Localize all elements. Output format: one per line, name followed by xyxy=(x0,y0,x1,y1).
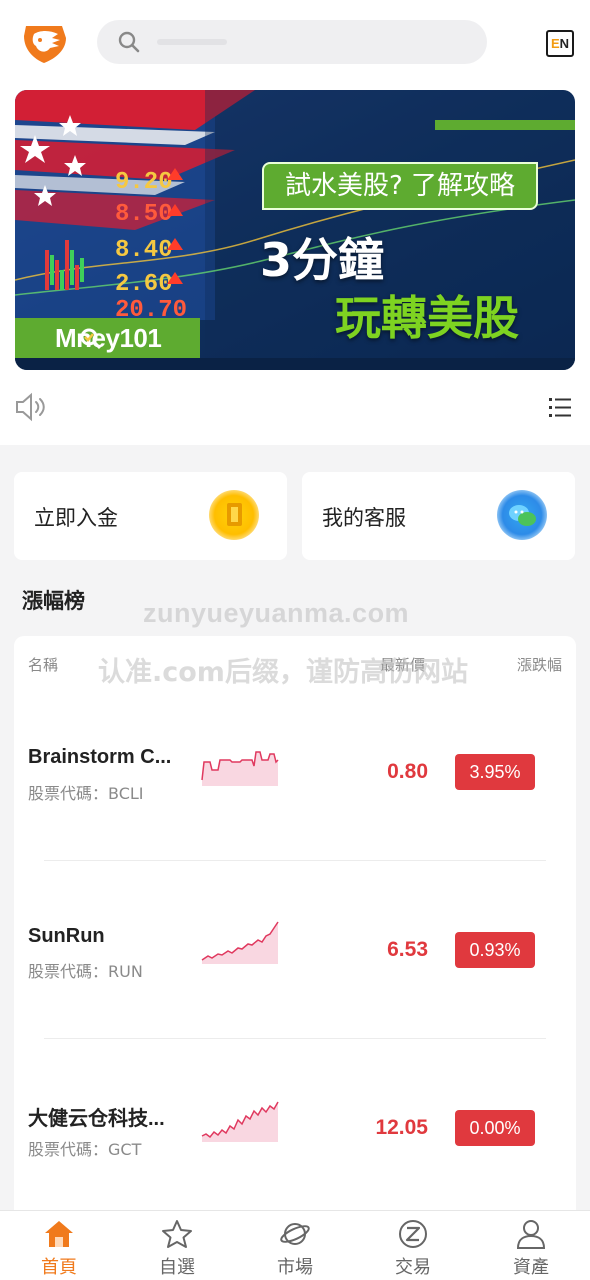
lion-logo-icon[interactable] xyxy=(22,22,68,64)
planet-icon xyxy=(280,1223,310,1245)
tab-home[interactable]: 首頁 xyxy=(0,1211,118,1280)
trade-icon xyxy=(399,1220,427,1248)
banner-headline-2: 玩轉美股 xyxy=(335,291,519,345)
change-badge: 3.95% xyxy=(455,754,535,790)
language-toggle-button[interactable]: EN xyxy=(546,30,574,57)
tab-assets[interactable]: 資產 xyxy=(472,1211,590,1280)
top-panel: EN 9.20 8.50 8.40 2.60 20.70 試水美股? 了解攻略 … xyxy=(0,0,590,445)
ticker-number: 9.20 xyxy=(115,169,173,196)
change-badge: 0.00% xyxy=(455,1110,535,1146)
gainers-list: 名稱 最新價 漲跌幅 Brainstorm C... 股票代碼：BCLI 0.8… xyxy=(14,636,576,1236)
sparkline-chart xyxy=(201,1101,279,1142)
search-icon xyxy=(118,31,140,53)
tab-trade[interactable]: 交易 xyxy=(354,1211,472,1280)
search-placeholder xyxy=(157,39,227,45)
ticker-number: 8.50 xyxy=(115,201,173,228)
search-bar[interactable] xyxy=(97,20,487,64)
stock-name: SunRun xyxy=(28,925,105,947)
banner-promo-label: 試水美股? 了解攻略 xyxy=(262,162,538,210)
magnifier-logo-icon xyxy=(80,328,102,350)
stock-code: 股票代碼：GCT xyxy=(28,1140,142,1159)
watermark-notice: 认准.com后缀，谨防高仿网站 xyxy=(98,657,468,688)
stock-code: 股票代碼：RUN xyxy=(28,962,143,981)
stock-code: 股票代碼：BCLI xyxy=(28,784,144,803)
deposit-button[interactable]: 立即入金 xyxy=(14,472,287,560)
deposit-label: 立即入金 xyxy=(34,506,118,530)
banner-headline-1: 3分鐘 xyxy=(260,233,385,287)
ticker-number: 8.40 xyxy=(115,237,173,264)
star-icon xyxy=(162,1220,192,1248)
home-icon xyxy=(45,1221,73,1247)
stock-price: 0.80 xyxy=(387,760,428,783)
sparkline-chart xyxy=(201,751,279,786)
stock-row[interactable]: Brainstorm C... 股票代碼：BCLI 0.80 3.95% xyxy=(14,684,576,862)
deposit-coin-icon xyxy=(209,490,259,540)
stock-row[interactable]: 大健云仓科技... 股票代碼：GCT 12.05 0.00% xyxy=(14,1040,576,1218)
tab-market[interactable]: 市場 xyxy=(236,1211,354,1280)
stock-name: 大健云仓科技... xyxy=(28,1108,165,1130)
bottom-tab-bar: 首頁 自選 市場 交易 資產 xyxy=(0,1210,590,1280)
tab-watchlist[interactable]: 自選 xyxy=(118,1211,236,1280)
promo-banner[interactable]: 9.20 8.50 8.40 2.60 20.70 試水美股? 了解攻略 3分鐘… xyxy=(15,90,575,370)
stock-price: 6.53 xyxy=(387,938,428,961)
header-name: 名稱 xyxy=(28,656,59,674)
list-menu-icon[interactable] xyxy=(549,396,571,418)
ticker-number: 2.60 xyxy=(115,271,173,298)
money101-brand: Mney101 xyxy=(15,318,200,358)
customer-service-icon xyxy=(497,490,547,540)
sparkline-chart xyxy=(201,921,279,964)
row-divider xyxy=(44,860,546,861)
change-badge: 0.93% xyxy=(455,932,535,968)
speaker-icon[interactable] xyxy=(14,392,48,422)
watermark-domain: zunyueyuanma.com xyxy=(143,598,410,628)
stock-name: Brainstorm C... xyxy=(28,746,172,768)
header-change: 漲跌幅 xyxy=(516,656,562,674)
row-divider xyxy=(44,1038,546,1039)
customer-service-label: 我的客服 xyxy=(322,506,406,530)
customer-service-button[interactable]: 我的客服 xyxy=(302,472,575,560)
stock-price: 12.05 xyxy=(375,1116,428,1139)
user-icon xyxy=(516,1220,546,1249)
stock-row[interactable]: SunRun 股票代碼：RUN 6.53 0.93% xyxy=(14,862,576,1040)
gainers-title: 漲幅榜 xyxy=(22,589,85,613)
